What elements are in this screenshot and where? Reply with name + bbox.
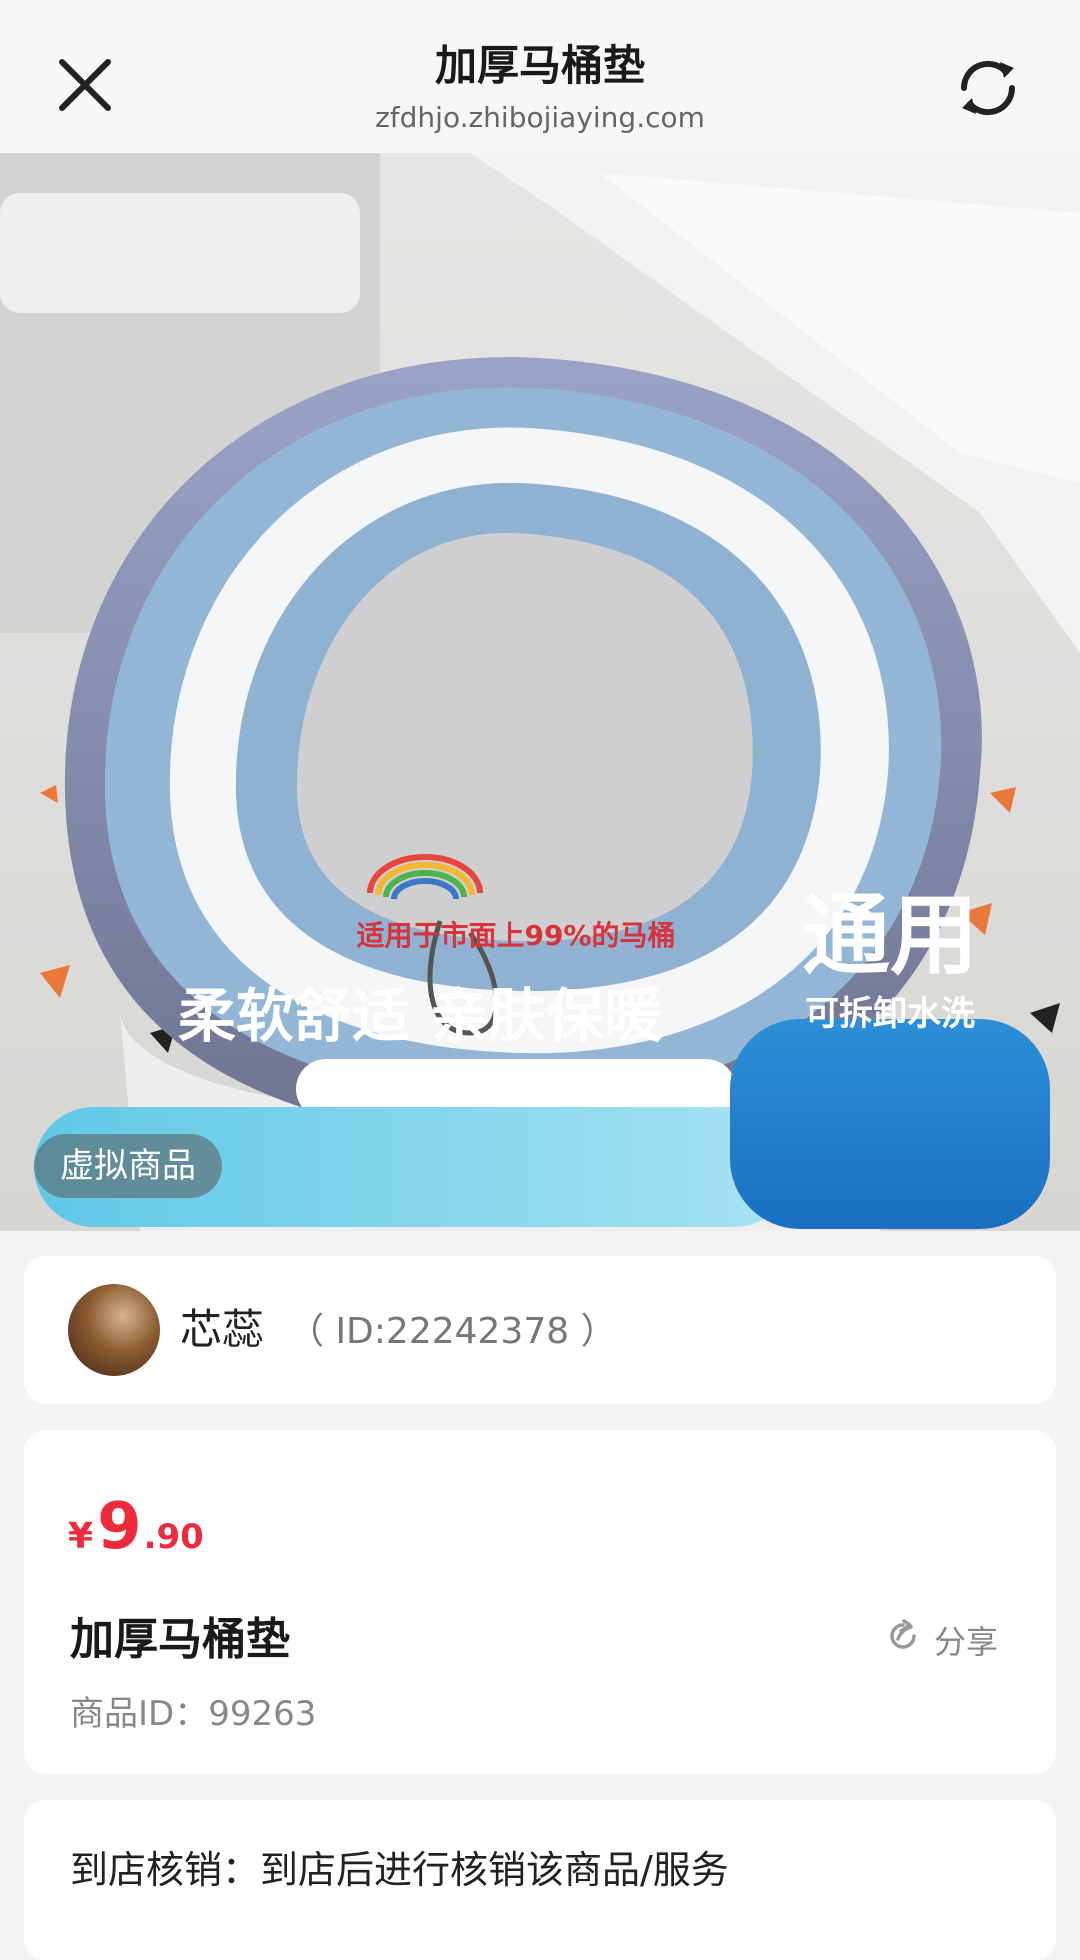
product-info-card: ¥9.90 加厚马桶垫 商品ID：99263 分享 (24, 1430, 1056, 1774)
price-currency: ¥ (68, 1516, 94, 1557)
price-integer: 9 (97, 1490, 142, 1564)
verification-info-card: 到店核销：到店后进行核销该商品/服务 (24, 1800, 1056, 1960)
shop-name: 芯蕊 (180, 1305, 265, 1354)
product-hero-image[interactable]: 适用于市面上99%的马桶 柔软舒适 亲肤保暖 通用 可拆卸水洗 (0, 153, 1080, 1231)
share-icon (884, 1617, 922, 1663)
avatar[interactable] (68, 1284, 160, 1376)
share-button[interactable]: 分享 (884, 1616, 998, 1664)
shop-id: （ ID:22242378 ） (288, 1311, 617, 1352)
product-title: 加厚马桶垫 (70, 1614, 290, 1665)
hero-main-banner-text: 柔软舒适 亲肤保暖 (177, 982, 663, 1050)
hero-top-banner-text: 适用于市面上99%的马桶 (356, 919, 676, 952)
page-title: 加厚马桶垫 (434, 41, 645, 90)
toilet-seat-cover-illustration (0, 153, 1080, 1231)
hero-badge-big-text: 通用 (801, 884, 978, 987)
product-price: ¥9.90 (68, 1490, 204, 1564)
share-label: 分享 (934, 1623, 999, 1661)
verification-text: 到店核销：到店后进行核销该商品/服务 (70, 1848, 729, 1892)
hero-badge-small-text: 可拆卸水洗 (805, 994, 975, 1034)
shop-info-card[interactable]: 芯蕊 （ ID:22242378 ） (24, 1256, 1056, 1404)
virtual-goods-badge: 虚拟商品 (34, 1134, 222, 1198)
top-navigation-bar: 加厚马桶垫 zfdhjo.zhibojiaying.com (0, 0, 1080, 153)
product-id: 商品ID：99263 (70, 1694, 317, 1734)
price-decimal: .90 (143, 1517, 204, 1557)
page-url: zfdhjo.zhibojiaying.com (375, 101, 705, 134)
refresh-icon[interactable] (950, 50, 1026, 126)
